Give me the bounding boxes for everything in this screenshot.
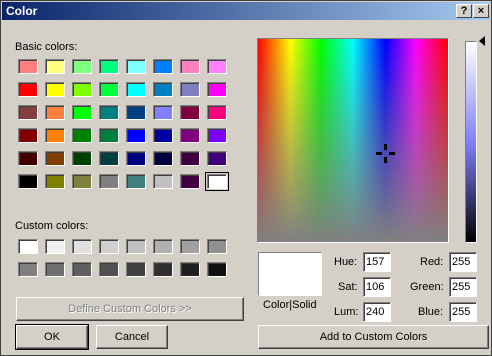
ok-button[interactable]: OK xyxy=(15,324,89,350)
sat-label: Sat: xyxy=(338,281,358,293)
hue-label: Hue: xyxy=(334,256,358,268)
basic-color-swatch[interactable] xyxy=(72,105,92,120)
lum-label: Lum: xyxy=(334,306,359,318)
basic-color-swatch[interactable] xyxy=(45,59,65,74)
basic-color-swatch[interactable] xyxy=(180,151,200,166)
green-field[interactable] xyxy=(449,277,477,297)
add-to-custom-colors-button[interactable]: Add to Custom Colors xyxy=(258,325,489,349)
basic-color-swatch[interactable] xyxy=(126,151,146,166)
basic-color-swatch[interactable] xyxy=(207,82,227,97)
custom-color-swatch[interactable] xyxy=(99,262,119,277)
basic-color-swatch[interactable] xyxy=(207,128,227,143)
blue-label: Blue: xyxy=(418,306,444,318)
basic-color-swatch[interactable] xyxy=(153,174,173,189)
hue-field[interactable] xyxy=(363,252,391,272)
basic-color-swatch[interactable] xyxy=(18,59,38,74)
red-label: Red: xyxy=(420,256,444,268)
basic-color-swatch[interactable] xyxy=(205,172,229,191)
red-field[interactable] xyxy=(449,252,477,272)
basic-color-swatch[interactable] xyxy=(72,174,92,189)
basic-color-swatch[interactable] xyxy=(72,82,92,97)
blue-field[interactable] xyxy=(449,302,477,322)
basic-color-swatch[interactable] xyxy=(153,128,173,143)
custom-color-swatch[interactable] xyxy=(126,262,146,277)
basic-color-swatch[interactable] xyxy=(126,82,146,97)
basic-color-swatch[interactable] xyxy=(45,128,65,143)
custom-color-swatch[interactable] xyxy=(207,262,227,277)
basic-color-swatch[interactable] xyxy=(99,128,119,143)
basic-color-swatch[interactable] xyxy=(126,174,146,189)
basic-color-swatch[interactable] xyxy=(180,174,200,189)
basic-color-swatch[interactable] xyxy=(180,59,200,74)
custom-color-swatch[interactable] xyxy=(45,239,65,254)
custom-color-swatch[interactable] xyxy=(207,239,227,254)
custom-color-swatch[interactable] xyxy=(18,262,38,277)
help-button[interactable]: ? xyxy=(456,4,472,18)
color-spectrum[interactable] xyxy=(257,38,449,243)
basic-color-swatch[interactable] xyxy=(180,82,200,97)
custom-color-swatch[interactable] xyxy=(126,239,146,254)
basic-color-swatch[interactable] xyxy=(153,151,173,166)
basic-color-swatch[interactable] xyxy=(153,59,173,74)
basic-color-swatch[interactable] xyxy=(72,151,92,166)
basic-color-swatch[interactable] xyxy=(99,59,119,74)
close-button[interactable]: × xyxy=(473,4,489,18)
basic-color-swatch[interactable] xyxy=(153,82,173,97)
custom-color-swatch[interactable] xyxy=(72,262,92,277)
color-dialog: Color ? × Basic colors: Custom colors: D… xyxy=(0,0,492,356)
window-title: Color xyxy=(6,4,38,18)
basic-color-swatch[interactable] xyxy=(18,82,38,97)
basic-color-swatch[interactable] xyxy=(207,151,227,166)
basic-color-swatch[interactable] xyxy=(99,151,119,166)
crosshair-icon xyxy=(376,144,395,163)
basic-color-swatch[interactable] xyxy=(207,105,227,120)
basic-color-swatch[interactable] xyxy=(99,174,119,189)
basic-color-swatch[interactable] xyxy=(99,105,119,120)
custom-color-swatch[interactable] xyxy=(18,239,38,254)
custom-colors-label: Custom colors: xyxy=(15,220,89,232)
color-preview xyxy=(258,252,322,296)
basic-color-swatch[interactable] xyxy=(18,105,38,120)
basic-color-swatch[interactable] xyxy=(126,105,146,120)
luminosity-bar[interactable] xyxy=(465,41,477,243)
luminosity-slider-arrow-icon[interactable] xyxy=(479,36,485,46)
green-label: Green: xyxy=(410,281,444,293)
basic-color-swatch[interactable] xyxy=(45,151,65,166)
basic-color-swatch[interactable] xyxy=(99,82,119,97)
basic-color-swatch[interactable] xyxy=(153,105,173,120)
custom-color-swatch[interactable] xyxy=(99,239,119,254)
basic-color-swatch[interactable] xyxy=(126,128,146,143)
title-bar[interactable]: Color ? × xyxy=(2,2,490,20)
define-custom-colors-button[interactable]: Define Custom Colors >> xyxy=(16,297,244,321)
color-solid-label: Color|Solid xyxy=(263,299,317,311)
custom-color-swatch[interactable] xyxy=(153,262,173,277)
basic-color-swatch[interactable] xyxy=(72,59,92,74)
basic-color-swatch[interactable] xyxy=(180,128,200,143)
basic-color-swatch[interactable] xyxy=(45,174,65,189)
basic-color-swatch[interactable] xyxy=(18,151,38,166)
basic-color-swatch[interactable] xyxy=(45,105,65,120)
custom-color-swatch[interactable] xyxy=(180,262,200,277)
basic-color-swatch[interactable] xyxy=(18,174,38,189)
custom-color-swatch[interactable] xyxy=(180,239,200,254)
custom-color-swatch[interactable] xyxy=(72,239,92,254)
sat-field[interactable] xyxy=(363,277,391,297)
custom-color-swatch[interactable] xyxy=(153,239,173,254)
basic-color-swatch[interactable] xyxy=(18,128,38,143)
cancel-button[interactable]: Cancel xyxy=(96,325,168,349)
lum-field[interactable] xyxy=(363,302,391,322)
basic-color-swatch[interactable] xyxy=(207,59,227,74)
custom-color-swatch[interactable] xyxy=(45,262,65,277)
basic-color-swatch[interactable] xyxy=(180,105,200,120)
basic-color-swatch[interactable] xyxy=(45,82,65,97)
basic-color-swatch[interactable] xyxy=(126,59,146,74)
basic-color-swatch[interactable] xyxy=(72,128,92,143)
basic-colors-label: Basic colors: xyxy=(15,41,78,53)
